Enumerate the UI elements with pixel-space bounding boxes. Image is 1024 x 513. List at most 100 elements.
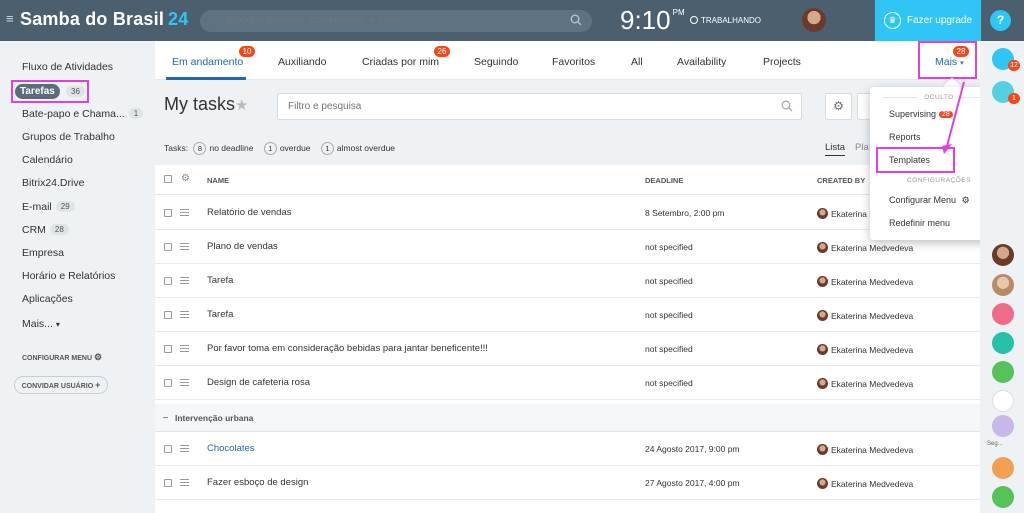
tab-in-progress[interactable]: Em andamento xyxy=(172,56,243,68)
task-creator[interactable]: Ekaterina Medvedeva xyxy=(817,276,913,287)
menu-item-reports[interactable]: Reports xyxy=(889,132,921,142)
sidebar-item-time-reports[interactable]: Horário e Relatórios xyxy=(22,270,115,282)
sidebar-item-calendar[interactable]: Calendário xyxy=(22,154,73,166)
sidebar-item-workgroups[interactable]: Grupos de Trabalho xyxy=(22,131,115,143)
no-deadline-label[interactable]: no deadline xyxy=(209,143,253,153)
row-menu-icon[interactable] xyxy=(180,243,189,250)
sidebar-item-crm[interactable]: CRM 28 xyxy=(22,224,69,236)
tab-created-by-me[interactable]: Criadas por mim xyxy=(362,56,439,68)
row-menu-icon[interactable] xyxy=(180,311,189,318)
menu-item-configure-menu[interactable]: Configurar Menu ⚙ xyxy=(889,195,970,206)
task-deadline[interactable]: not specified xyxy=(645,378,693,388)
tab-projects[interactable]: Projects xyxy=(763,56,801,68)
task-creator[interactable]: Ekaterina Medvedeva xyxy=(817,444,913,455)
configure-menu-link[interactable]: CONFIGURAR MENU ⚙ xyxy=(22,352,102,363)
work-status[interactable]: TRABALHANDO xyxy=(690,16,761,25)
task-deadline[interactable]: not specified xyxy=(645,242,693,252)
contact-avatar[interactable] xyxy=(992,244,1014,266)
settings-button[interactable]: ⚙ xyxy=(825,93,852,120)
row-checkbox[interactable] xyxy=(164,311,172,319)
app-logo[interactable]: Samba do Brasil 24 xyxy=(20,9,188,30)
phone-icon[interactable] xyxy=(992,486,1014,508)
row-checkbox[interactable] xyxy=(164,243,172,251)
table-row[interactable]: Plano de vendas not specified Ekaterina … xyxy=(155,230,980,264)
collapse-icon[interactable] xyxy=(163,417,168,418)
table-row[interactable]: Tarefa not specified Ekaterina Medvedeva xyxy=(155,264,980,298)
select-all-checkbox[interactable] xyxy=(164,175,172,183)
tab-all[interactable]: All xyxy=(631,56,643,68)
task-deadline[interactable]: 8 Setembro, 2:00 pm xyxy=(645,208,724,218)
sidebar-item-chat[interactable]: Bate-papo e Chama... 1 xyxy=(22,108,144,120)
tab-following[interactable]: Seguindo xyxy=(474,56,518,68)
row-checkbox[interactable] xyxy=(164,479,172,487)
search-icon[interactable] xyxy=(570,14,582,26)
row-checkbox[interactable] xyxy=(164,277,172,285)
sidebar-item-company[interactable]: Empresa xyxy=(22,247,64,259)
task-name[interactable]: Relatório de vendas xyxy=(207,207,292,218)
task-creator[interactable]: Ekaterina Medvedeva xyxy=(817,310,913,321)
row-menu-icon[interactable] xyxy=(180,445,189,452)
project-group-header[interactable]: Intervenção urbana xyxy=(155,404,980,432)
task-creator[interactable]: Ekaterina Medvedeva xyxy=(817,378,913,389)
hamburger-menu-icon[interactable]: ≡ xyxy=(6,12,16,25)
task-name[interactable]: Fazer esboço de design xyxy=(207,477,308,488)
megaphone-icon[interactable] xyxy=(992,303,1014,325)
task-deadline[interactable]: 24 Agosto 2017, 9:00 pm xyxy=(645,444,740,454)
task-name[interactable]: Chocolates xyxy=(207,443,255,454)
tab-availability[interactable]: Availability xyxy=(677,56,726,68)
menu-item-reset-menu[interactable]: Redefinir menu xyxy=(889,218,950,228)
row-checkbox[interactable] xyxy=(164,379,172,387)
tab-assisting[interactable]: Auxiliando xyxy=(278,56,326,68)
sidebar-item-activity-stream[interactable]: Fluxo de Atividades xyxy=(22,61,113,73)
no-deadline-count[interactable]: 8 xyxy=(193,142,207,155)
view-list-tab[interactable]: Lista xyxy=(825,142,845,153)
table-row[interactable]: Tarefa not specified Ekaterina Medvedeva xyxy=(155,298,980,332)
tab-favorites[interactable]: Favoritos xyxy=(552,56,595,68)
task-name[interactable]: Por favor toma em consideração bebidas p… xyxy=(207,343,488,354)
table-row[interactable]: Fazer esboço de design 27 Agosto 2017, 4… xyxy=(155,466,980,500)
contact-avatar[interactable] xyxy=(992,274,1014,296)
sidebar-item-more[interactable]: Mais... ▾ xyxy=(22,318,60,330)
row-menu-icon[interactable] xyxy=(180,277,189,284)
sidebar-item-drive[interactable]: Bitrix24.Drive xyxy=(22,177,84,189)
row-checkbox[interactable] xyxy=(164,445,172,453)
row-menu-icon[interactable] xyxy=(180,479,189,486)
row-checkbox[interactable] xyxy=(164,209,172,217)
task-name[interactable]: Tarefa xyxy=(207,275,233,286)
star-icon[interactable]: ★ xyxy=(235,96,248,114)
table-row[interactable]: Por favor toma em consideração bebidas p… xyxy=(155,332,980,366)
column-header-created-by[interactable]: CREATED BY xyxy=(817,176,865,185)
search-doc-icon[interactable] xyxy=(992,332,1014,354)
lock-icon[interactable] xyxy=(992,361,1014,383)
view-planner-tab[interactable]: Pla xyxy=(855,142,869,153)
invite-user-button[interactable]: CONVIDAR USUÁRIO + xyxy=(14,376,108,394)
task-deadline[interactable]: not specified xyxy=(645,344,693,354)
table-row[interactable]: Chocolates 24 Agosto 2017, 9:00 pm Ekate… xyxy=(155,432,980,466)
row-checkbox[interactable] xyxy=(164,345,172,353)
task-deadline[interactable]: not specified xyxy=(645,310,693,320)
task-name[interactable]: Plano de vendas xyxy=(207,241,278,252)
row-menu-icon[interactable] xyxy=(180,209,189,216)
overdue-count[interactable]: 1 xyxy=(263,142,277,155)
table-row[interactable]: Relatório de vendas 8 Setembro, 2:00 pm … xyxy=(155,196,980,230)
task-creator[interactable]: Ekaterina Medvedeva xyxy=(817,344,913,355)
almost-overdue-label[interactable]: almost overdue xyxy=(337,143,395,153)
column-header-deadline[interactable]: DEADLINE xyxy=(645,176,683,185)
upgrade-button[interactable]: ♛ Fazer upgrade xyxy=(875,0,981,41)
task-creator[interactable]: Ekaterina Medvedeva xyxy=(817,478,913,489)
clock[interactable]: 9:10 PM xyxy=(620,5,685,36)
column-header-name[interactable]: NAME xyxy=(207,176,229,185)
row-menu-icon[interactable] xyxy=(180,379,189,386)
task-deadline[interactable]: 27 Agosto 2017, 4:00 pm xyxy=(645,478,740,488)
global-search-input[interactable] xyxy=(200,10,592,32)
group-icon[interactable] xyxy=(992,390,1014,412)
almost-overdue-count[interactable]: 1 xyxy=(320,142,334,155)
user-avatar[interactable] xyxy=(802,8,826,32)
table-row[interactable]: Design de cafeteria rosa not specified E… xyxy=(155,366,980,400)
row-menu-icon[interactable] xyxy=(180,345,189,352)
task-creator[interactable]: Ekaterina Medvedeva xyxy=(817,242,913,253)
gear-icon[interactable]: ⚙ xyxy=(181,173,190,184)
filter-search-input[interactable] xyxy=(277,93,802,120)
sidebar-item-applications[interactable]: Aplicações xyxy=(22,293,73,305)
group-icon[interactable] xyxy=(992,415,1014,437)
